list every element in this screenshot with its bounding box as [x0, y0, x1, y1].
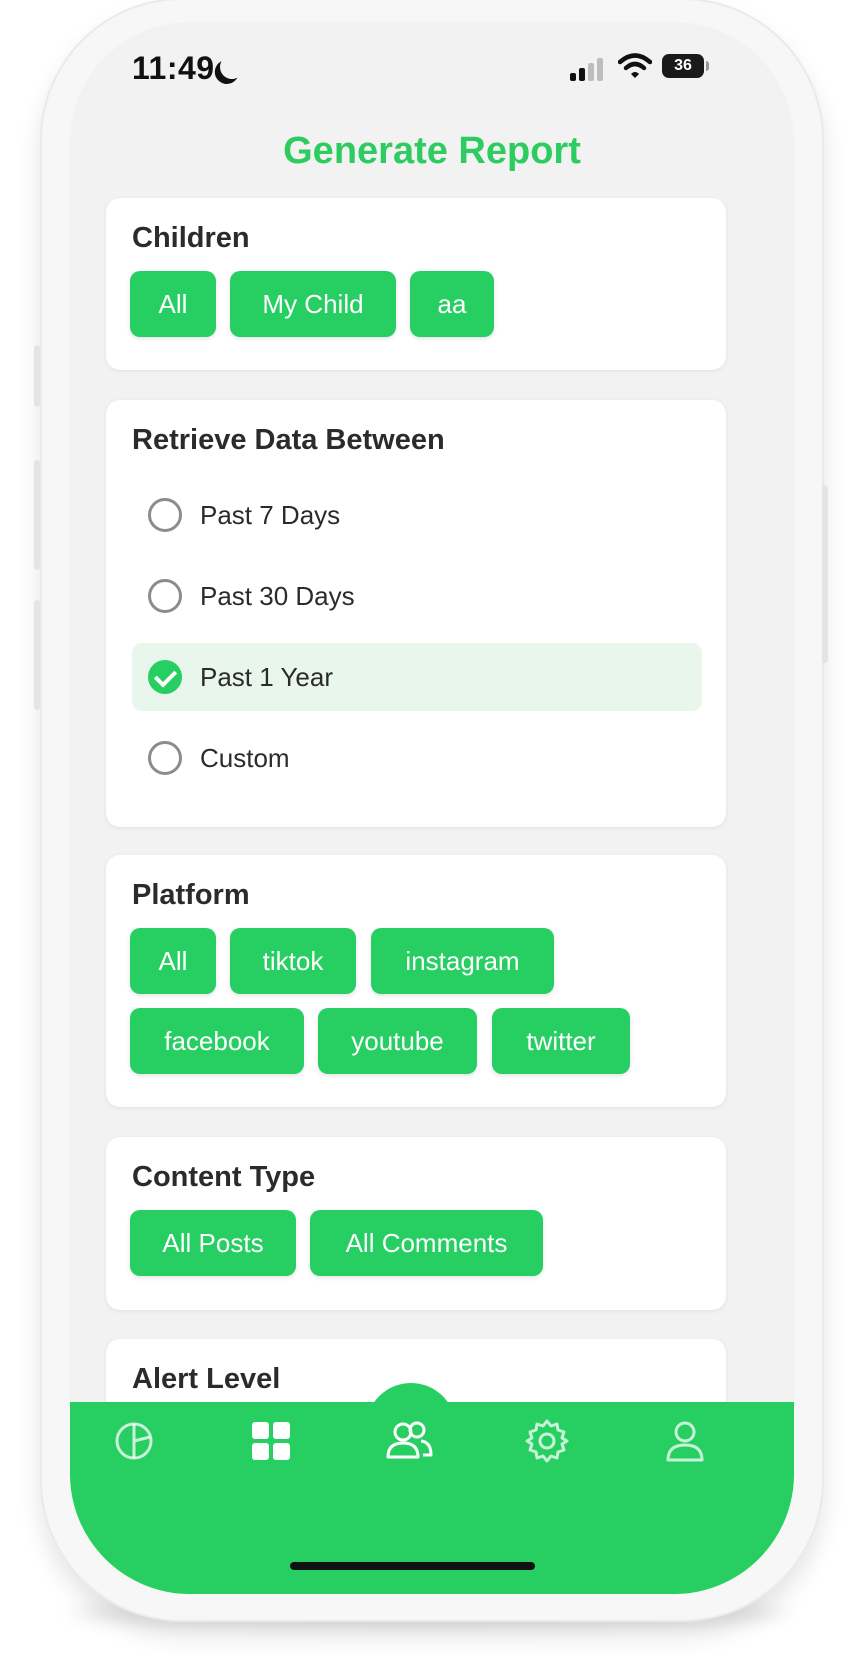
users-icon[interactable]: [383, 1415, 435, 1467]
radio-button[interactable]: [148, 579, 182, 613]
moon-icon: [218, 53, 246, 81]
content-type-card: Content Type All Posts All Comments: [106, 1137, 726, 1310]
radio-button[interactable]: [148, 741, 182, 775]
status-time: 11:49: [132, 50, 215, 86]
child-chip-aa[interactable]: aa: [410, 271, 494, 337]
page-title: Generate Report: [283, 130, 581, 172]
radio-label: Custom: [200, 743, 290, 773]
platform-chip-tiktok[interactable]: tiktok: [230, 928, 356, 994]
platform-chip-youtube[interactable]: youtube: [318, 1008, 477, 1074]
alert-level-title: Alert Level: [132, 1363, 281, 1395]
platform-chip-twitter[interactable]: twitter: [492, 1008, 630, 1074]
battery-icon: 36: [662, 54, 704, 78]
grid-icon[interactable]: [245, 1415, 297, 1467]
status-bar: 11:49 36: [70, 22, 794, 112]
content-chip-all-comments[interactable]: All Comments: [310, 1210, 543, 1276]
platform-chip-facebook[interactable]: facebook: [130, 1008, 304, 1074]
radio-option-past-1-year[interactable]: Past 1 Year: [132, 643, 702, 711]
date-range-card: Retrieve Data Between Past 7 Days Past 3…: [106, 400, 726, 827]
content-type-title: Content Type: [132, 1161, 316, 1193]
radio-label: Past 7 Days: [200, 500, 341, 530]
home-indicator: [290, 1562, 535, 1570]
radio-option-past-7-days[interactable]: Past 7 Days: [132, 481, 702, 549]
platform-title: Platform: [132, 879, 250, 911]
radio-option-past-30-days[interactable]: Past 30 Days: [132, 562, 702, 630]
date-range-title: Retrieve Data Between: [132, 424, 445, 456]
child-chip-my-child[interactable]: My Child: [230, 271, 396, 337]
battery-tip: [706, 61, 709, 71]
radio-button[interactable]: [148, 498, 182, 532]
gear-icon[interactable]: [521, 1415, 573, 1467]
children-title: Children: [132, 222, 250, 254]
radio-option-custom[interactable]: Custom: [132, 724, 702, 792]
child-chip-all[interactable]: All: [130, 271, 216, 337]
radio-label: Past 30 Days: [200, 581, 355, 611]
cellular-signal-icon: [570, 57, 606, 81]
wifi-icon: [618, 53, 652, 78]
pie-chart-icon[interactable]: [108, 1415, 160, 1467]
platform-card: Platform All tiktok instagram facebook y…: [106, 855, 726, 1107]
platform-chip-instagram[interactable]: instagram: [371, 928, 554, 994]
children-card: Children All My Child aa: [106, 198, 726, 370]
user-icon[interactable]: [659, 1415, 711, 1467]
content-chip-all-posts[interactable]: All Posts: [130, 1210, 296, 1276]
app-screen: 11:49 36 Generate Report Children All My…: [70, 22, 794, 1594]
checked-radio-icon[interactable]: [148, 660, 182, 694]
platform-chip-all[interactable]: All: [130, 928, 216, 994]
radio-label: Past 1 Year: [200, 662, 333, 692]
